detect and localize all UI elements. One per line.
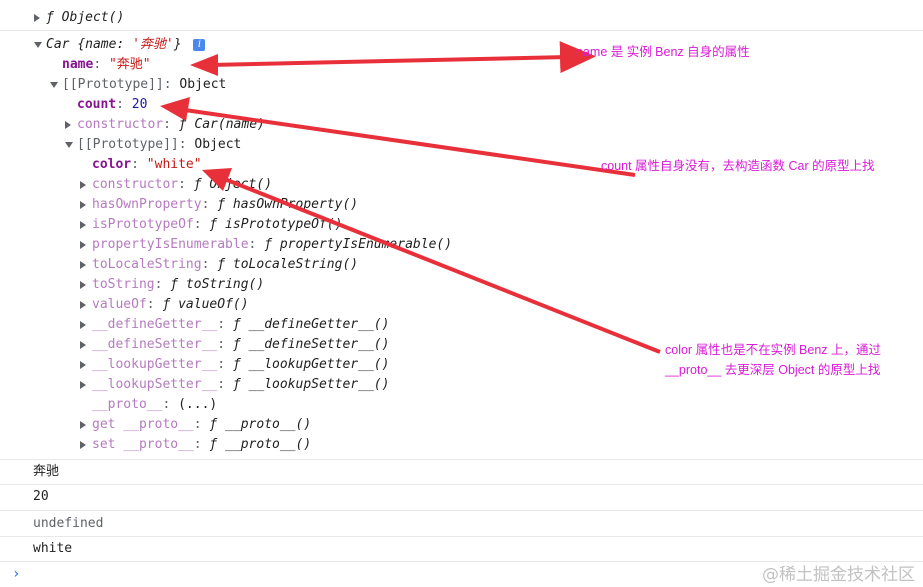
color-arrowhead [202,168,232,191]
count-arrowhead [160,97,190,121]
annotation-arrows [160,41,661,354]
count-annotation: count 属性自身没有，去构造函数 Car 的原型上找 [601,159,875,173]
color-arrow [221,176,661,354]
name-arrowhead [190,54,218,76]
name-arrow [209,41,596,74]
color-annotation-line1: color 属性也是不在实例 Benz 上，通过 [665,343,882,357]
name-annotation: name 是 实例 Benz 自身的属性 [576,45,750,59]
count-arrow [184,108,636,177]
color-annotation-line2: __proto__ 去更深层 Object 的原型上找 [665,363,881,377]
watermark: @稀土掘金技术社区 [762,565,915,585]
